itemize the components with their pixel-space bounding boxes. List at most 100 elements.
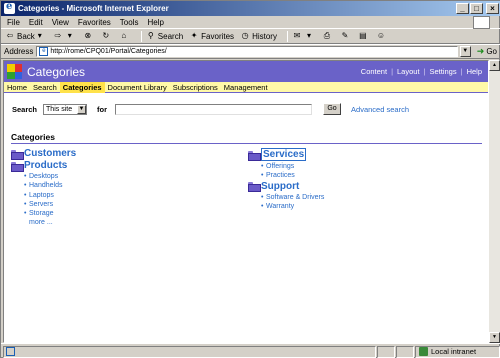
print-button[interactable]: ⎙ (322, 31, 334, 41)
for-label: for (97, 104, 108, 114)
discuss-icon: ▤ (359, 31, 367, 40)
search-scope-value: This site (46, 105, 73, 113)
search-label: Search (12, 104, 38, 114)
vertical-scrollbar[interactable]: ▲ ▼ (489, 60, 500, 343)
menu-view[interactable]: View (52, 18, 69, 27)
status-main-pane (3, 345, 376, 358)
search-input[interactable] (115, 103, 313, 115)
subcategory-link[interactable]: Practices (261, 171, 324, 181)
zone-label: Local intranet (431, 347, 477, 356)
nav-search[interactable]: Search (30, 82, 60, 93)
nav-document-library[interactable]: Document Library (105, 82, 170, 93)
forward-button[interactable]: ⇨ ▾ (53, 31, 77, 41)
favorites-button[interactable]: ✦ Favorites (189, 31, 234, 41)
edit-button[interactable]: ✎ (340, 31, 352, 41)
subcategory-link[interactable]: Handhelds (24, 181, 76, 191)
scroll-down-button[interactable]: ▼ (489, 332, 500, 343)
messenger-icon: ☺ (376, 31, 386, 40)
support-subcategories: Software & Drivers Warranty (261, 193, 324, 212)
left-category-column: Customers Products Desktops Handhelds La… (11, 148, 76, 228)
messenger-button[interactable]: ☺ (376, 31, 388, 41)
history-label: History (252, 31, 277, 41)
search-button[interactable]: ⚲ Search (146, 31, 183, 41)
stop-icon: ⊗ (84, 31, 92, 40)
chevron-down-icon: ▾ (67, 31, 72, 40)
more-link[interactable]: more ... (24, 218, 76, 227)
advanced-search-link[interactable]: Advanced search (351, 105, 409, 114)
header-link-content[interactable]: Content (361, 67, 387, 76)
subcategory-link[interactable]: Offerings (261, 162, 324, 172)
header-links: Content | Layout | Settings | Help (361, 67, 482, 76)
menu-edit[interactable]: Edit (29, 18, 43, 27)
category-services: Services (248, 148, 324, 161)
history-button[interactable]: ◷ History (240, 31, 277, 41)
subcategory-link[interactable]: Software & Drivers (261, 193, 324, 203)
address-url: http://rome/CPQ01/Portal/Categories/ (50, 48, 167, 55)
toolbar-separator (140, 30, 142, 42)
ie-icon (4, 1, 15, 14)
stop-button[interactable]: ⊗ (83, 31, 95, 41)
mail-button[interactable]: ✉ ▾ (292, 31, 316, 41)
category-link-services[interactable]: Services (261, 148, 307, 161)
search-label: Search (157, 31, 184, 41)
page-title: Categories (27, 64, 86, 79)
status-pane (377, 345, 395, 358)
header-link-layout[interactable]: Layout (397, 67, 420, 76)
search-go-button[interactable]: Go (323, 103, 342, 115)
services-subcategories: Offerings Practices (261, 162, 324, 181)
back-label: Back (17, 31, 35, 41)
category-link-customers[interactable]: Customers (24, 148, 76, 159)
subcategory-link[interactable]: Laptops (24, 191, 76, 201)
section-title: Categories (11, 132, 55, 142)
logo-square (7, 64, 15, 72)
category-link-support[interactable]: Support (261, 181, 299, 192)
menu-tools[interactable]: Tools (120, 18, 139, 27)
menu-help[interactable]: Help (147, 18, 163, 27)
address-bar: Address e http://rome/CPQ01/Portal/Categ… (1, 44, 500, 59)
close-button[interactable]: × (486, 3, 499, 14)
menu-favorites[interactable]: Favorites (78, 18, 111, 27)
header-link-settings[interactable]: Settings (430, 67, 457, 76)
logo-square (14, 71, 22, 79)
discuss-button[interactable]: ▤ (358, 31, 370, 41)
header-link-help[interactable]: Help (467, 67, 482, 76)
status-pane (396, 345, 414, 358)
nav-subscriptions[interactable]: Subscriptions (170, 82, 221, 93)
nav-categories[interactable]: Categories (59, 81, 105, 93)
subcategory-link[interactable]: Servers (24, 200, 76, 210)
home-button[interactable]: ⌂ (119, 31, 131, 41)
back-button[interactable]: ⇦ Back ▾ (5, 31, 47, 41)
nav-home[interactable]: Home (4, 82, 30, 93)
favorites-label: Favorites (201, 31, 235, 41)
maximize-button[interactable]: □ (470, 3, 483, 14)
nav-management[interactable]: Management (221, 82, 271, 93)
forward-arrow-icon: ⇨ (54, 31, 62, 40)
right-category-column: Services Offerings Practices Support Sof… (248, 148, 324, 211)
address-dropdown-button[interactable]: ▼ (459, 46, 471, 57)
minimize-button[interactable]: _ (456, 3, 469, 14)
windows-logo-icon (473, 16, 490, 29)
menu-bar: File Edit View Favorites Tools Help (1, 16, 500, 29)
history-icon: ◷ (241, 31, 249, 40)
standard-toolbar: ⇦ Back ▾ ⇨ ▾ ⊗ ↻ ⌂ ⚲ Search ✦ Favorites … (1, 29, 500, 44)
refresh-button[interactable]: ↻ (101, 31, 113, 41)
subcategory-link[interactable]: Storage (24, 209, 76, 219)
page-icon: e (39, 47, 49, 56)
scroll-up-button[interactable]: ▲ (489, 60, 500, 71)
window-title: Categories - Microsoft Internet Explorer (18, 4, 169, 13)
header-divider: | (423, 67, 426, 76)
subcategory-link[interactable]: Desktops (24, 172, 76, 182)
address-go-button[interactable]: ➜ Go (477, 46, 497, 57)
subcategory-link[interactable]: Warranty (261, 202, 324, 212)
menu-file[interactable]: File (7, 18, 20, 27)
folder-icon (248, 150, 261, 161)
search-form: Search This site ▼ for Go Advanced searc… (12, 103, 409, 115)
address-input[interactable]: e http://rome/CPQ01/Portal/Categories/ (36, 46, 458, 57)
category-link-products[interactable]: Products (24, 160, 67, 171)
page-done-icon (6, 347, 15, 356)
header-divider: | (460, 67, 463, 76)
chevron-down-icon: ▾ (306, 31, 311, 40)
title-bar[interactable]: Categories - Microsoft Internet Explorer… (1, 1, 500, 16)
back-arrow-icon: ⇦ (6, 31, 14, 40)
search-scope-select[interactable]: This site ▼ (43, 103, 88, 115)
